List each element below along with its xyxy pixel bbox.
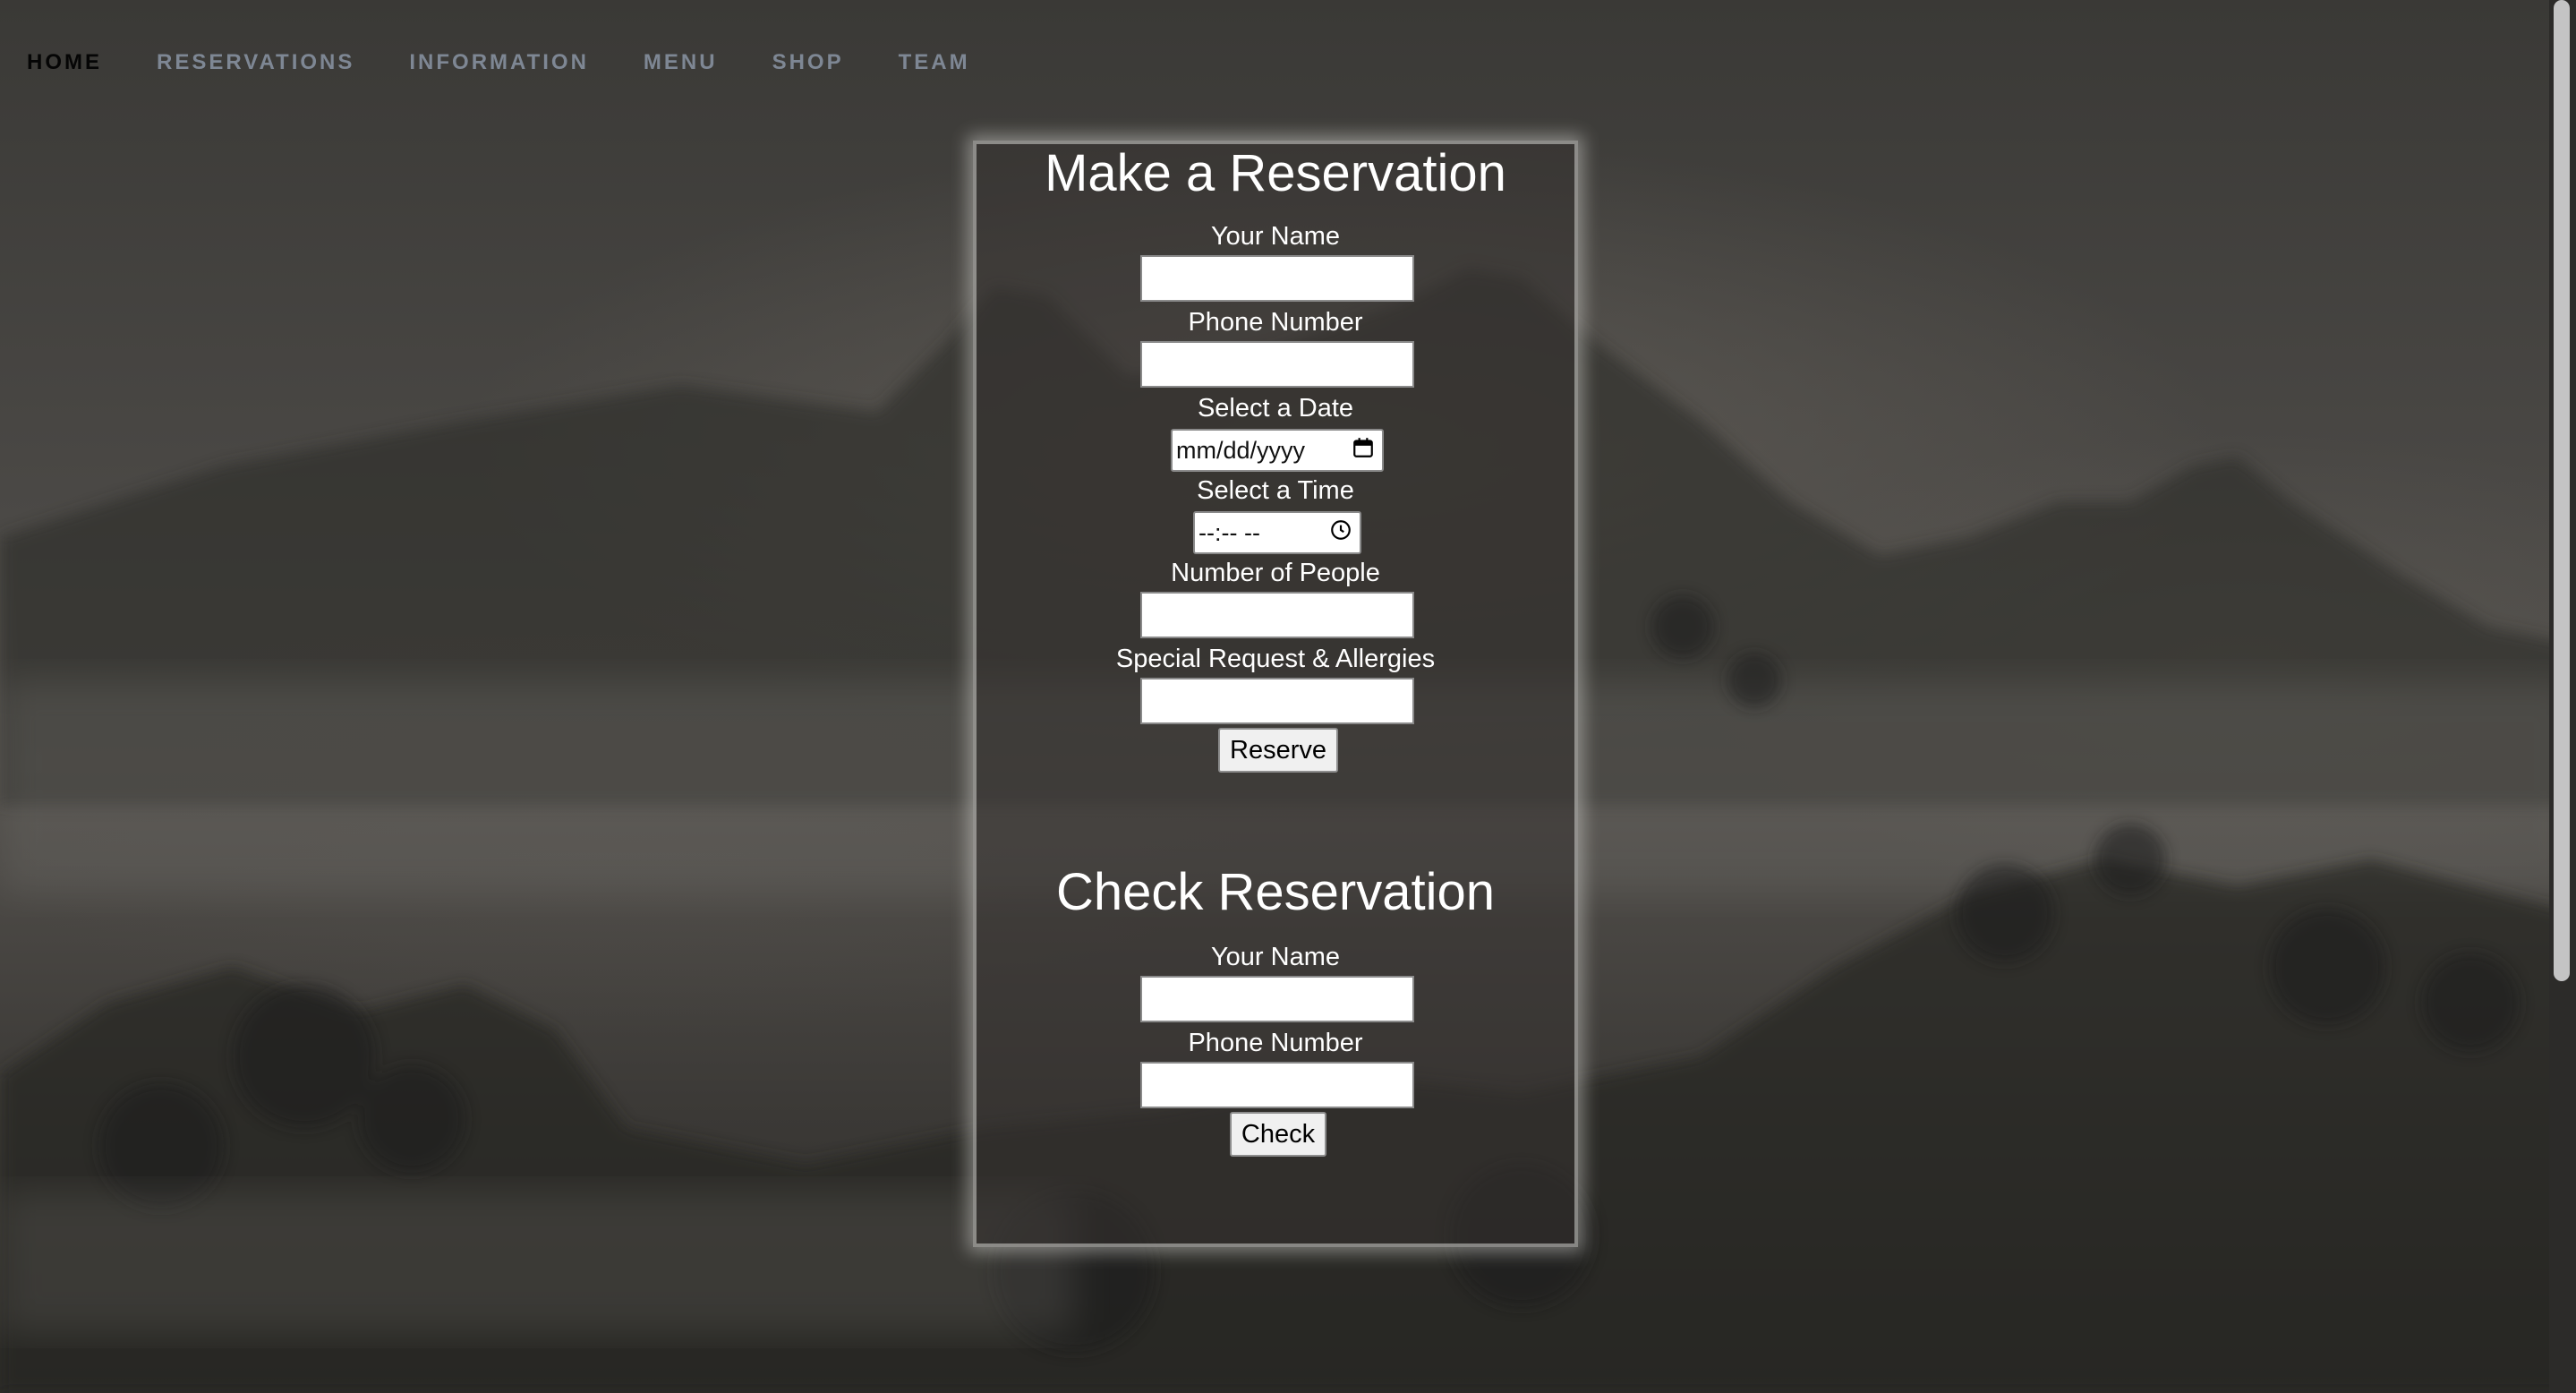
check-phone-label: Phone Number <box>1188 1029 1363 1057</box>
requests-input[interactable] <box>1140 678 1414 724</box>
nav-menu[interactable]: MENU <box>644 50 718 75</box>
nav-information[interactable]: INFORMATION <box>409 50 589 75</box>
clock-icon[interactable] <box>1329 518 1352 548</box>
nav-team[interactable]: TEAM <box>899 50 970 75</box>
reserve-button[interactable]: Reserve <box>1218 728 1338 773</box>
date-label: Select a Date <box>1197 394 1354 423</box>
check-phone-input[interactable] <box>1140 1062 1414 1108</box>
name-label: Your Name <box>1210 222 1340 251</box>
check-name-label: Your Name <box>1210 943 1340 971</box>
phone-input[interactable] <box>1140 341 1414 388</box>
nav-shop[interactable]: SHOP <box>772 50 844 75</box>
people-input[interactable] <box>1140 592 1414 638</box>
make-reservation-title: Make a Reservation <box>1045 144 1506 202</box>
check-button[interactable]: Check <box>1230 1112 1326 1157</box>
scrollbar-thumb[interactable] <box>2554 0 2570 981</box>
phone-label: Phone Number <box>1188 308 1363 337</box>
time-label: Select a Time <box>1197 476 1354 505</box>
main-nav: HOME RESERVATIONS INFORMATION MENU SHOP … <box>27 50 970 75</box>
nav-home[interactable]: HOME <box>27 50 102 75</box>
reservation-panel: Make a Reservation Your Name Phone Numbe… <box>973 141 1578 1247</box>
nav-reservations[interactable]: RESERVATIONS <box>157 50 354 75</box>
check-name-input[interactable] <box>1140 976 1414 1022</box>
time-value: --:-- -- <box>1198 518 1260 546</box>
calendar-icon[interactable] <box>1352 436 1375 466</box>
date-picker[interactable]: mm/dd/yyyy <box>1171 429 1384 472</box>
check-reservation-title: Check Reservation <box>1056 863 1495 921</box>
time-picker[interactable]: --:-- -- <box>1193 511 1361 554</box>
date-value: mm/dd/yyyy <box>1176 436 1306 464</box>
name-input[interactable] <box>1140 255 1414 302</box>
requests-label: Special Request & Allergies <box>1115 645 1436 673</box>
people-label: Number of People <box>1171 559 1380 587</box>
